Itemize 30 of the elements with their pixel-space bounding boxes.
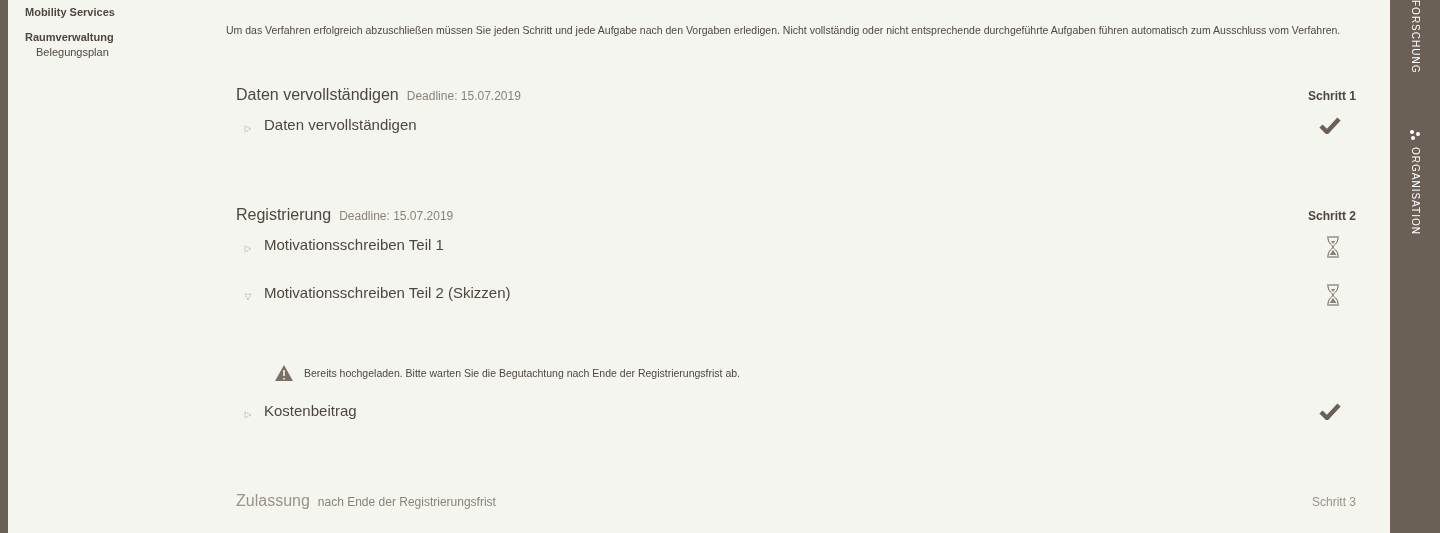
intro-text: Um das Verfahren erfolgreich abzuschließen müssen Sie jeden Schritt und jede Aufgabe nach den Vorgaben erledigen. Nicht vollständig oder nicht entsprechende durchgeführte Aufgaben führen automatisch zum Ausschluss vom Verfahren. xyxy=(226,23,1342,38)
task-title[interactable]: Motivationsschreiben Teil 2 (Skizzen) xyxy=(264,284,511,301)
sidebar-link[interactable]: Belegungsplan xyxy=(36,46,214,58)
deadline-text: Deadline: 15.07.2019 xyxy=(406,89,521,103)
task-title[interactable]: Kostenbeitrag xyxy=(264,402,357,419)
hourglass-icon xyxy=(1325,236,1341,258)
step-title: Zulassung xyxy=(236,492,310,510)
expand-arrow-icon[interactable] xyxy=(244,125,252,133)
side-tab[interactable]: ORGANISATION xyxy=(1409,147,1421,236)
deadline-text: nach Ende der Registrierungsfrist xyxy=(317,495,496,509)
expand-arrow-icon[interactable] xyxy=(244,245,252,253)
checkmark-icon xyxy=(1319,116,1341,134)
checkmark-icon xyxy=(1319,402,1341,420)
step-label: Schritt 1 xyxy=(1308,89,1356,103)
expand-arrow-icon[interactable] xyxy=(244,411,252,419)
people-icon[interactable] xyxy=(1409,129,1421,142)
deadline-text: Deadline: 15.07.2019 xyxy=(339,209,454,223)
step-title: Daten vervollständigen xyxy=(236,86,399,104)
step-label: Schritt 2 xyxy=(1308,209,1356,223)
step-title: Registrierung xyxy=(236,206,332,224)
sidebar-heading[interactable]: Raumverwaltung xyxy=(25,31,214,43)
warning-icon xyxy=(274,363,294,382)
step-label: Schritt 3 xyxy=(1312,495,1356,509)
sidebar-heading[interactable]: Mobility Services xyxy=(25,6,214,18)
hourglass-icon xyxy=(1325,284,1341,306)
collapse-arrow-icon[interactable] xyxy=(244,293,252,301)
task-title[interactable]: Daten vervollständigen xyxy=(264,116,417,133)
side-tab[interactable]: FORSCHUNG xyxy=(1409,0,1421,74)
task-title[interactable]: Motivationsschreiben Teil 1 xyxy=(264,236,444,253)
status-message: Bereits hochgeladen. Bitte warten Sie die Begutachtung nach Ende der Registrierungsfrist ab. xyxy=(304,366,741,379)
